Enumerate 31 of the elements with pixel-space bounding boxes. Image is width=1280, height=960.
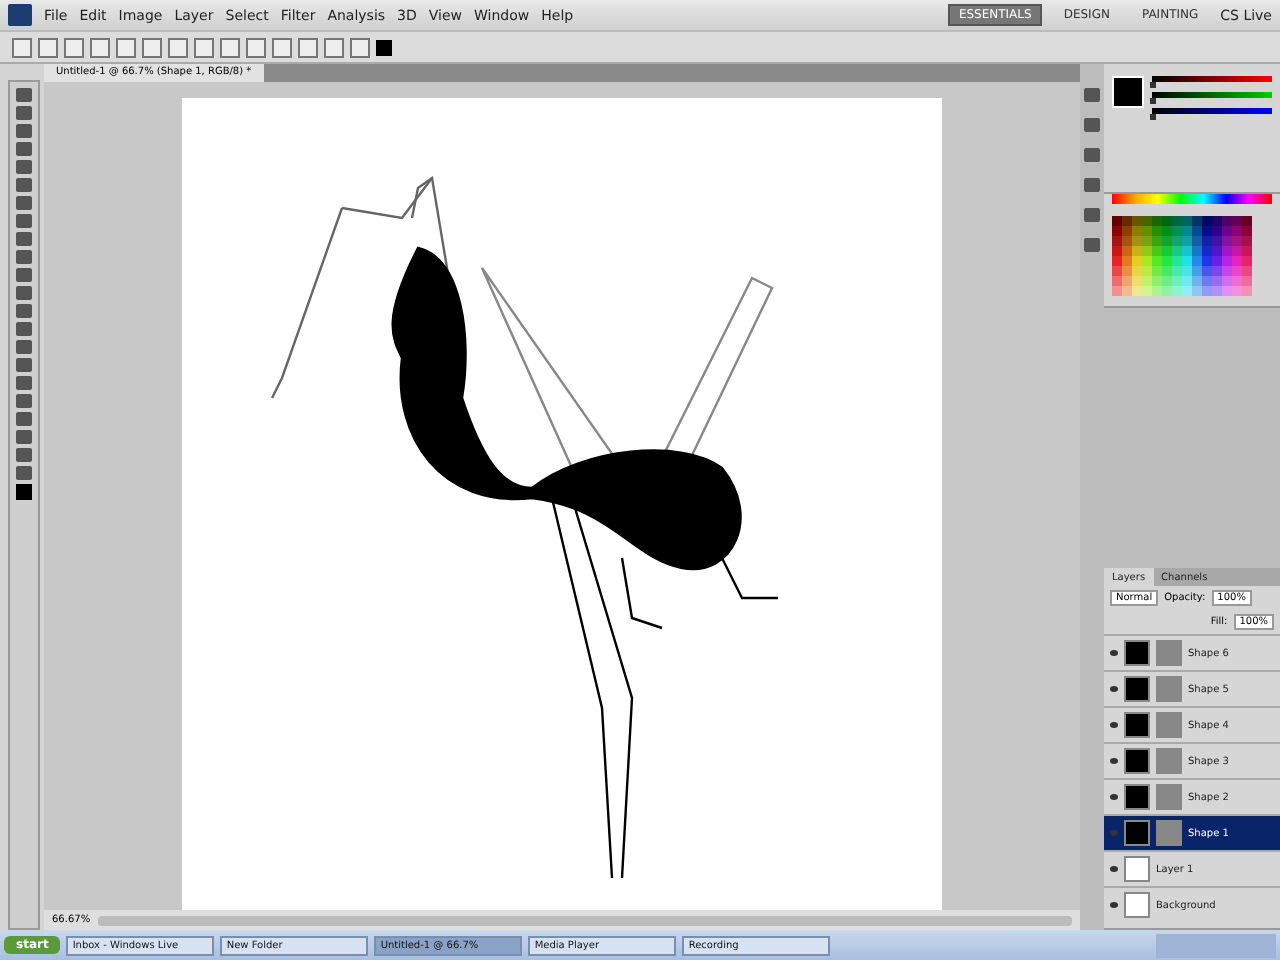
layer-thumbnail	[1124, 712, 1150, 738]
layer-thumbnail	[1124, 748, 1150, 774]
slider-thumb[interactable]	[1150, 82, 1156, 88]
color-spectrum[interactable]	[1112, 194, 1272, 204]
visibility-eye-icon[interactable]	[1110, 902, 1118, 908]
layer-thumbnail	[1124, 676, 1150, 702]
visibility-eye-icon[interactable]	[1110, 650, 1118, 656]
layer-thumbnail	[1124, 856, 1150, 882]
color-chip[interactable]	[1112, 76, 1144, 108]
system-tray	[1156, 933, 1276, 957]
visibility-eye-icon[interactable]	[1110, 794, 1118, 800]
app-logo-icon	[8, 4, 32, 26]
visibility-eye-icon[interactable]	[1110, 866, 1118, 872]
scrollbar[interactable]	[98, 915, 1072, 925]
vector-mask-thumbnail	[1156, 712, 1182, 738]
visibility-eye-icon[interactable]	[1110, 758, 1118, 764]
layer-thumbnail	[1124, 820, 1150, 846]
visibility-eye-icon[interactable]	[1110, 722, 1118, 728]
foreground-color-swatch[interactable]	[16, 484, 32, 500]
vector-mask-thumbnail	[1156, 748, 1182, 774]
visibility-eye-icon[interactable]	[1110, 686, 1118, 692]
layer-thumbnail	[1124, 640, 1150, 666]
vector-mask-thumbnail	[1156, 784, 1182, 810]
vector-mask-thumbnail	[1156, 640, 1182, 666]
slider-thumb[interactable]	[1150, 114, 1156, 120]
vector-mask-thumbnail	[1156, 676, 1182, 702]
slider-thumb[interactable]	[1150, 98, 1156, 104]
layer-thumbnail	[1124, 892, 1150, 918]
color-swatch	[376, 39, 392, 55]
layer-thumbnail	[1124, 784, 1150, 810]
vector-mask-thumbnail	[1156, 820, 1182, 846]
